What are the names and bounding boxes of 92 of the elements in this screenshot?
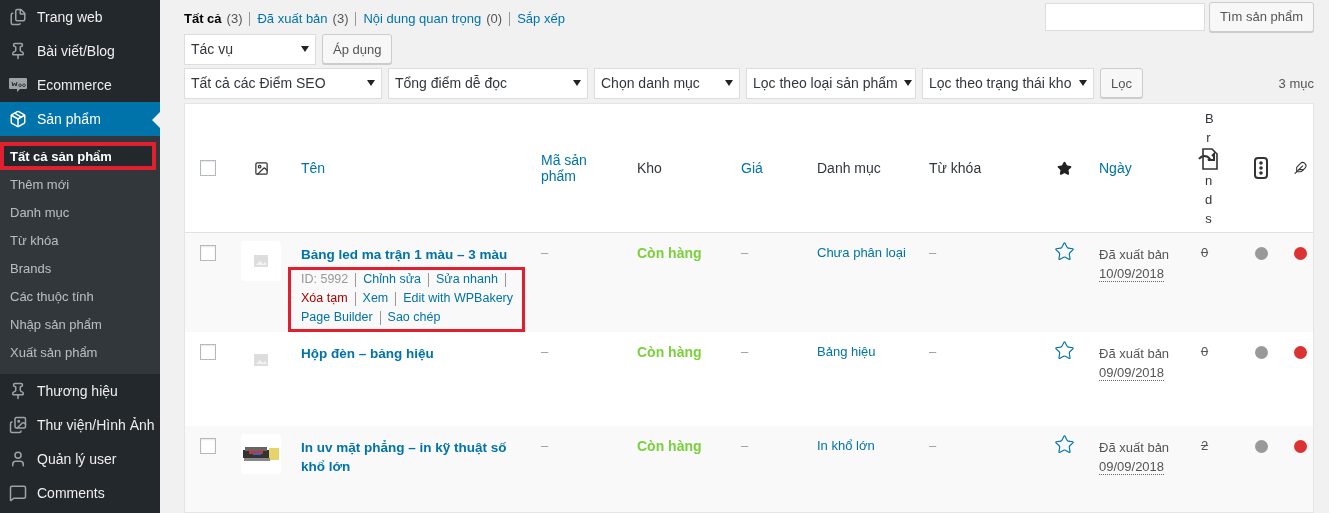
- column-header[interactable]: Mã sản phẩm: [541, 152, 621, 184]
- product-name-link[interactable]: Bảng led ma trận 1 màu – 3 màu: [301, 245, 525, 264]
- comment-icon: [9, 484, 27, 502]
- sku-cell: –: [541, 438, 549, 453]
- star-icon: [1056, 160, 1072, 176]
- submenu-item[interactable]: Thêm mới: [0, 170, 160, 198]
- sidebar-item[interactable]: Quản lý user: [0, 442, 160, 476]
- brands-count: 0: [1200, 344, 1210, 359]
- user-icon: [9, 450, 27, 468]
- item-count: 3 mục: [1278, 75, 1314, 91]
- woo-icon: [8, 77, 28, 93]
- column-header[interactable]: Giá: [741, 160, 763, 176]
- row-actions[interactable]: ID: 5992 Chỉnh sửa Sửa nhanh Xóa tạm Xem Edit with WPBakery Page Builder Sao chép: [288, 267, 525, 332]
- sidebar-item[interactable]: Ecommerce: [0, 68, 160, 102]
- media-icon: [9, 416, 27, 434]
- document-arrow-icon: [1196, 146, 1221, 171]
- bulk-action-select[interactable]: Tác vụ: [184, 33, 316, 65]
- image-placeholder-icon: [254, 255, 268, 267]
- status-count: (3): [226, 11, 243, 27]
- filter-select[interactable]: Chọn danh mục: [594, 67, 740, 99]
- pages-icon: [9, 8, 27, 26]
- sku-cell: –: [541, 344, 549, 359]
- publish-status: Đã xuất bản: [1099, 345, 1170, 363]
- submenu-item[interactable]: Từ khóa: [0, 226, 160, 254]
- price-cell: –: [741, 438, 749, 453]
- column-header[interactable]: Ngày: [1099, 160, 1132, 176]
- sidebar-item[interactable]: Thương hiệu: [0, 374, 160, 408]
- apply-button[interactable]: Áp dụng: [322, 34, 393, 65]
- product-name-link[interactable]: Hộp đèn – bảng hiệu: [301, 344, 434, 363]
- submenu-item[interactable]: Danh mục: [0, 198, 160, 226]
- price-cell: –: [741, 344, 749, 359]
- tags-cell: –: [929, 245, 937, 260]
- search-button[interactable]: Tìm sản phẩm: [1208, 1, 1314, 32]
- traffic-light-icon: [1254, 157, 1268, 179]
- sidebar-item[interactable]: Comments: [0, 476, 160, 510]
- status-filter-link[interactable]: Sắp xếp: [517, 11, 565, 27]
- column-header: Br: [1204, 109, 1213, 147]
- status-count: (0): [486, 11, 503, 27]
- filter-select[interactable]: Lọc theo loại sản phẩm: [746, 67, 916, 99]
- status-filter-link[interactable]: Nội dung quan trọng: [363, 11, 482, 27]
- filter-select[interactable]: Lọc theo trạng thái kho: [922, 67, 1094, 99]
- submenu-item[interactable]: Brands: [0, 254, 160, 282]
- search-field[interactable]: [1044, 2, 1205, 31]
- row-checkbox[interactable]: [199, 344, 216, 360]
- publish-status: Đã xuất bản: [1099, 246, 1170, 264]
- status-filter-link[interactable]: Tất cả: [184, 11, 222, 27]
- publish-status: Đã xuất bản: [1099, 439, 1170, 457]
- filter-select[interactable]: Tất cả các Điểm SEO: [184, 67, 382, 99]
- submenu-item[interactable]: Xuất sản phẩm: [0, 338, 160, 366]
- category-link[interactable]: Chưa phân loại: [817, 245, 906, 260]
- publish-date: 09/09/2018: [1099, 365, 1165, 381]
- category-link[interactable]: Bảng hiệu: [817, 344, 876, 359]
- status-count: (3): [332, 11, 349, 27]
- stock-status: Còn hàng: [637, 438, 702, 454]
- status-filter-link[interactable]: Đã xuất bản: [257, 11, 328, 27]
- row-checkbox[interactable]: [199, 245, 216, 261]
- stock-status: Còn hàng: [637, 344, 702, 360]
- pin-icon: [9, 42, 27, 60]
- column-header[interactable]: Kho: [637, 160, 662, 176]
- brands-count: 2: [1200, 438, 1210, 453]
- publish-date: 09/09/2018: [1099, 459, 1165, 475]
- star-icon[interactable]: [1053, 340, 1075, 361]
- category-link[interactable]: In khổ lớn: [817, 438, 875, 453]
- stock-status: Còn hàng: [637, 245, 702, 261]
- submenu-item[interactable]: Các thuộc tính: [0, 282, 160, 310]
- image-placeholder-icon: [254, 354, 268, 366]
- price-cell: –: [741, 245, 749, 260]
- sidebar-item[interactable]: Bài viết/Blog: [0, 34, 160, 68]
- sidebar-item[interactable]: Sản phẩm: [0, 102, 160, 136]
- row-checkbox[interactable]: [199, 438, 216, 454]
- column-header[interactable]: Danh mục: [817, 160, 881, 176]
- filter-button[interactable]: Lọc: [1100, 68, 1143, 99]
- submenu-item[interactable]: Tất cả sản phẩm: [0, 142, 156, 170]
- publish-date: 10/09/2018: [1099, 266, 1165, 282]
- sidebar-item[interactable]: Thư viện/Hình Ảnh: [0, 408, 160, 442]
- column-header: nds: [1204, 171, 1213, 228]
- filter-select[interactable]: Tổng điểm dễ đọc: [388, 67, 588, 99]
- product-name-link[interactable]: In uv mặt phẳng – in kỹ thuật số khổ lớn: [301, 438, 525, 476]
- pin-icon: [9, 382, 27, 400]
- star-icon[interactable]: [1053, 434, 1075, 455]
- submenu-item[interactable]: Nhập sản phẩm: [0, 310, 160, 338]
- sidebar-item[interactable]: Trang web: [0, 0, 160, 34]
- image-icon: [253, 160, 269, 176]
- tags-cell: –: [929, 344, 937, 359]
- star-icon[interactable]: [1053, 241, 1075, 262]
- select-all-checkbox[interactable]: [199, 160, 216, 176]
- tags-cell: –: [929, 438, 937, 453]
- column-header[interactable]: Tên: [301, 160, 326, 176]
- box-icon: [9, 110, 27, 128]
- column-header[interactable]: Từ khóa: [929, 160, 982, 176]
- sku-cell: –: [541, 245, 549, 260]
- brands-count: 0: [1200, 245, 1210, 260]
